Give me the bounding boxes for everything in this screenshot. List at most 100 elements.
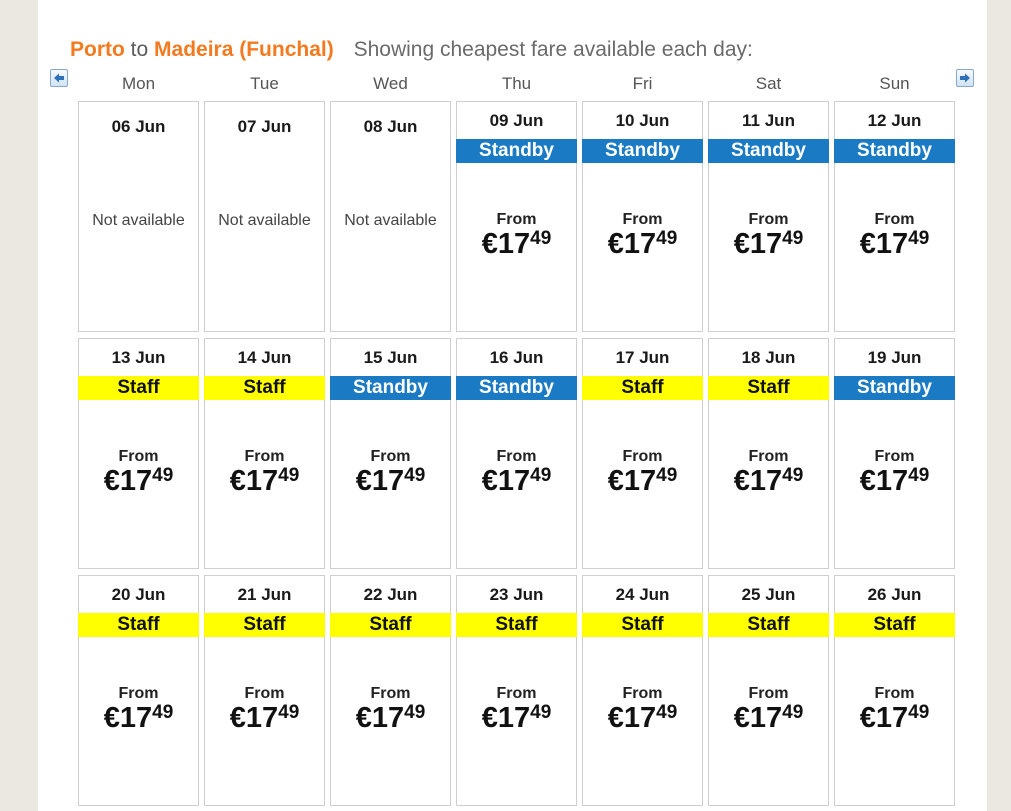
price-currency: € — [355, 465, 372, 497]
price-currency: € — [859, 228, 876, 260]
not-available-label: Not available — [92, 212, 185, 229]
price-integer: 17 — [623, 702, 657, 734]
weekday-label-fri: Fri — [632, 74, 653, 93]
price-currency: € — [733, 228, 750, 260]
price-integer: 17 — [875, 702, 909, 734]
day-cell[interactable]: 26 Jun Staff From €1749 — [834, 575, 955, 806]
day-date: 10 Jun — [615, 111, 670, 130]
price-decimal: 49 — [908, 702, 930, 723]
price-decimal: 49 — [278, 702, 300, 723]
staff-badge: Staff — [204, 613, 325, 637]
day-cell[interactable]: 19 Jun Standby From €1749 — [834, 338, 955, 569]
day-cell[interactable]: 14 Jun Staff From €1749 — [204, 338, 325, 569]
price-integer: 17 — [371, 465, 405, 497]
not-available-label: Not available — [344, 212, 437, 229]
weekday-label-thu: Thu — [501, 74, 532, 93]
weekday-label-wed: Wed — [373, 74, 408, 93]
staff-badge: Staff — [78, 613, 199, 637]
fare-price: €1749 — [331, 698, 450, 738]
day-cell[interactable]: 11 Jun Standby From €1749 — [708, 101, 829, 332]
day-date: 09 Jun — [489, 111, 544, 130]
day-cell[interactable]: 24 Jun Staff From €1749 — [582, 575, 703, 806]
day-date: 20 Jun — [111, 585, 166, 604]
day-date: 13 Jun — [111, 348, 166, 367]
arrow-left-icon — [54, 73, 64, 83]
next-week-button[interactable] — [956, 69, 974, 87]
fare-price: €1749 — [205, 698, 324, 738]
price-currency: € — [103, 702, 120, 734]
fare-price: €1749 — [709, 224, 828, 264]
page-scrollbar[interactable] — [1000, 0, 1011, 440]
price-decimal: 49 — [782, 228, 804, 249]
weekday-label-mon: Mon — [121, 74, 156, 93]
day-date: 19 Jun — [867, 348, 922, 367]
arrow-right-icon — [960, 73, 970, 83]
standby-badge: Standby — [834, 139, 955, 163]
standby-badge: Standby — [582, 139, 703, 163]
price-integer: 17 — [119, 465, 153, 497]
route-connector: to — [130, 38, 149, 61]
standby-badge: Standby — [456, 376, 577, 400]
day-cell[interactable]: 12 Jun Standby From €1749 — [834, 101, 955, 332]
price-currency: € — [859, 702, 876, 734]
price-currency: € — [481, 228, 498, 260]
staff-badge: Staff — [456, 613, 577, 637]
fare-price: €1749 — [79, 461, 198, 501]
price-currency: € — [607, 228, 624, 260]
staff-badge: Staff — [78, 376, 199, 400]
day-cell[interactable]: 21 Jun Staff From €1749 — [204, 575, 325, 806]
day-cell[interactable]: 09 Jun Standby From €1749 — [456, 101, 577, 332]
fare-price: €1749 — [835, 224, 954, 264]
day-cell[interactable]: 10 Jun Standby From €1749 — [582, 101, 703, 332]
not-available-label: Not available — [218, 212, 311, 229]
price-currency: € — [733, 702, 750, 734]
price-decimal: 49 — [656, 465, 678, 486]
price-decimal: 49 — [656, 702, 678, 723]
price-decimal: 49 — [404, 702, 426, 723]
day-date: 15 Jun — [363, 348, 418, 367]
day-cell[interactable]: 20 Jun Staff From €1749 — [78, 575, 199, 806]
day-cell[interactable]: 23 Jun Staff From €1749 — [456, 575, 577, 806]
price-decimal: 49 — [530, 702, 552, 723]
fare-price: €1749 — [835, 461, 954, 501]
price-integer: 17 — [623, 465, 657, 497]
previous-week-button[interactable] — [50, 69, 68, 87]
day-cell[interactable]: 25 Jun Staff From €1749 — [708, 575, 829, 806]
fare-price: €1749 — [583, 698, 702, 738]
weekday-label-sat: Sat — [755, 74, 782, 93]
day-cell[interactable]: 22 Jun Staff From €1749 — [330, 575, 451, 806]
day-cell[interactable]: 15 Jun Standby From €1749 — [330, 338, 451, 569]
standby-badge: Standby — [708, 139, 829, 163]
route-header: Porto to Madeira (Funchal) Showing cheap… — [70, 36, 753, 64]
day-date: 22 Jun — [363, 585, 418, 604]
price-decimal: 49 — [404, 465, 426, 486]
fare-price: €1749 — [457, 698, 576, 738]
day-cell[interactable]: 16 Jun Standby From €1749 — [456, 338, 577, 569]
day-cell[interactable]: 18 Jun Staff From €1749 — [708, 338, 829, 569]
weekday-label-sun: Sun — [879, 74, 910, 93]
price-decimal: 49 — [908, 465, 930, 486]
day-date: 06 Jun — [111, 117, 166, 136]
fare-price: €1749 — [583, 461, 702, 501]
fare-price: €1749 — [583, 224, 702, 264]
price-currency: € — [103, 465, 120, 497]
origin-city: Porto — [70, 38, 125, 61]
price-decimal: 49 — [782, 702, 804, 723]
day-date: 26 Jun — [867, 585, 922, 604]
day-cell: 08 Jun Not available — [330, 101, 451, 332]
fare-price: €1749 — [835, 698, 954, 738]
day-date: 24 Jun — [615, 585, 670, 604]
price-integer: 17 — [497, 702, 531, 734]
day-date: 25 Jun — [741, 585, 796, 604]
day-cell[interactable]: 17 Jun Staff From €1749 — [582, 338, 703, 569]
price-integer: 17 — [497, 465, 531, 497]
day-cell[interactable]: 13 Jun Staff From €1749 — [78, 338, 199, 569]
fare-price: €1749 — [79, 698, 198, 738]
price-currency: € — [607, 702, 624, 734]
day-date: 11 Jun — [742, 111, 795, 130]
price-decimal: 49 — [278, 465, 300, 486]
price-integer: 17 — [749, 465, 783, 497]
day-date: 18 Jun — [741, 348, 796, 367]
fare-price: €1749 — [331, 461, 450, 501]
staff-badge: Staff — [582, 376, 703, 400]
